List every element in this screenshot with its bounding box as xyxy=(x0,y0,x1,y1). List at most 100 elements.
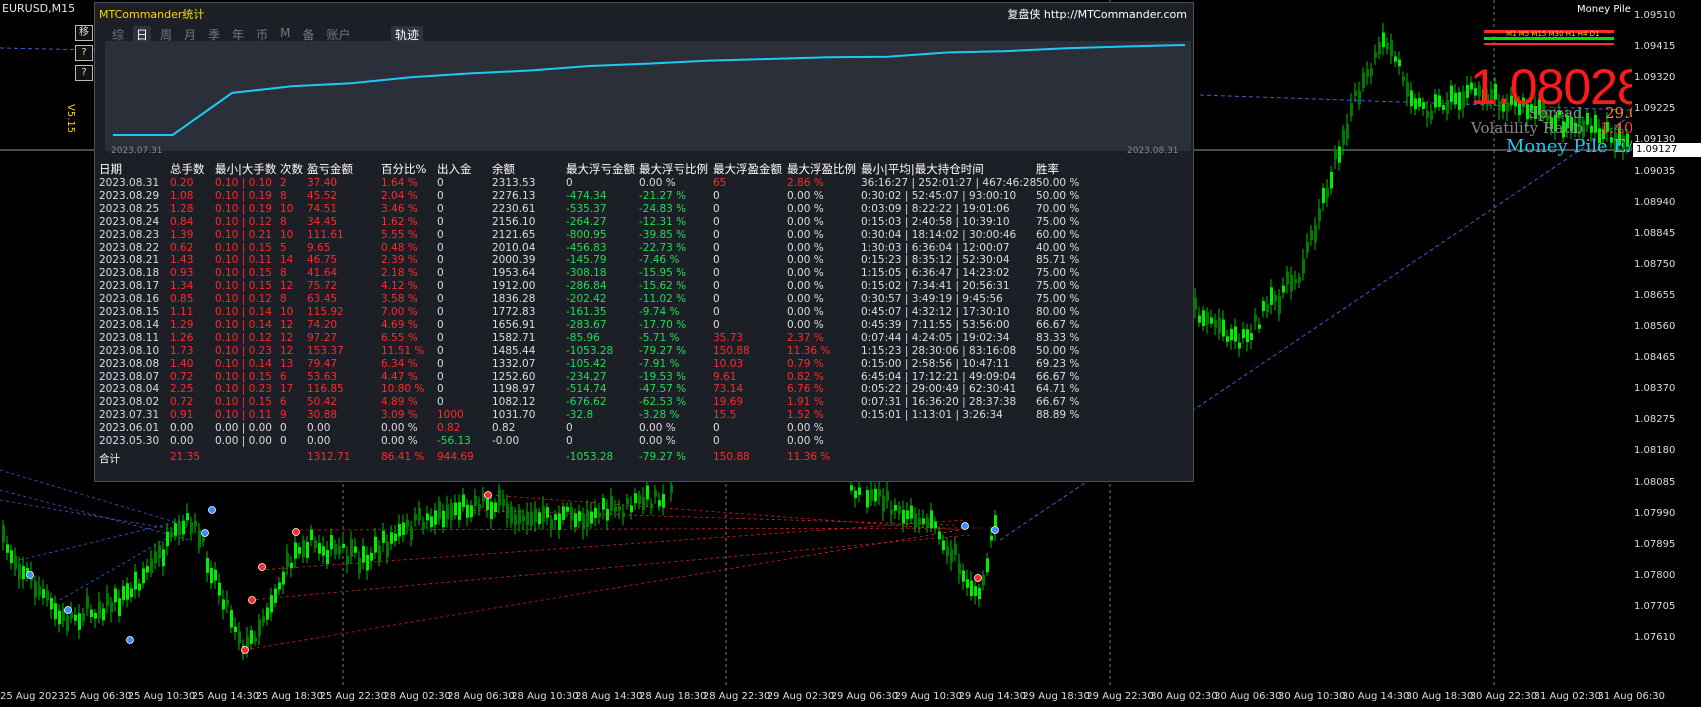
table-cell: 7.00 % xyxy=(381,306,418,318)
table-cell: 1772.83 xyxy=(492,306,536,318)
price-level-label: 1.08085 xyxy=(1634,476,1676,488)
candle-body xyxy=(190,522,193,534)
table-cell: 2023.08.17 xyxy=(99,280,160,293)
table-cell: 0 xyxy=(437,254,444,267)
table-cell: -9.74 % xyxy=(639,306,680,318)
candle-body xyxy=(218,582,221,596)
candle-body xyxy=(230,610,233,628)
candle-body xyxy=(134,571,137,590)
candle-body xyxy=(1594,114,1597,133)
price-level-label: 1.08655 xyxy=(1634,289,1676,301)
candle-body xyxy=(578,511,581,521)
candle-body xyxy=(910,505,913,519)
table-cell: -15.95 % xyxy=(639,267,687,280)
candle-body xyxy=(442,510,445,528)
price-level-label: 1.08275 xyxy=(1634,414,1676,426)
candle-body xyxy=(258,619,261,636)
candle-body xyxy=(634,493,637,504)
table-cell: 17 xyxy=(280,383,294,396)
table-cell: 21.35 xyxy=(170,450,201,463)
mt4-chart-window[interactable]: EURUSD,M15 移 ? ? V5.15 Money Pile EA ☺ M… xyxy=(0,0,1701,707)
table-cell: 0.91 xyxy=(170,409,194,422)
table-cell: 2023.08.25 xyxy=(99,202,160,215)
panel-link[interactable]: 复盘侠 http://MTCommander.com xyxy=(1007,6,1187,22)
table-cell: 0.10 | 0.14 xyxy=(215,318,272,331)
table-cell: -11.02 % xyxy=(639,293,687,306)
table-cell: 2023.06.01 xyxy=(99,422,160,435)
table-cell: 0:15:03 | 2:40:58 | 10:39:10 xyxy=(861,215,1010,228)
move-button[interactable]: 移 xyxy=(75,25,93,41)
table-row: 2023.08.11 1.26 0.10 | 0.12 12 97.27 6.55 % 0 1… xyxy=(99,332,1193,346)
table-cell: 0 xyxy=(437,344,444,357)
table-cell: 0:30:04 | 18:14:02 | 30:00:46 xyxy=(861,228,1017,241)
table-cell: 0 xyxy=(437,383,444,396)
candle-body xyxy=(1426,111,1429,119)
table-cell: 0.00 % xyxy=(787,254,824,267)
time-label: 28 Aug 10:30 xyxy=(511,691,579,702)
candle-body xyxy=(502,498,505,507)
table-cell: -514.74 xyxy=(566,383,607,396)
equity-start-date: 2023.07.31 xyxy=(111,146,163,156)
table-cell: 0 xyxy=(713,293,720,306)
table-cell: 97.27 xyxy=(307,331,338,344)
candle-body xyxy=(1286,271,1289,285)
table-cell: 10 xyxy=(280,228,294,241)
table-cell: 34.45 xyxy=(307,215,338,228)
table-cell: -7.46 % xyxy=(639,254,680,267)
candle-body xyxy=(650,503,653,509)
help-button[interactable]: ? xyxy=(75,45,93,61)
table-cell: 6 xyxy=(280,370,287,383)
candle-body xyxy=(418,507,421,521)
table-cell: -308.18 xyxy=(566,267,607,280)
candle-body xyxy=(670,485,673,493)
table-cell: 75.00 % xyxy=(1036,267,1080,280)
table-cell: 6.76 % xyxy=(787,383,824,396)
table-cell: 0.00 | 0.00 xyxy=(215,422,272,435)
table-header-cell: 总手数 xyxy=(170,162,205,176)
table-cell: 0:05:22 | 29:00:49 | 62:30:41 xyxy=(861,383,1017,396)
mtcommander-stats-panel[interactable]: MTCommander统计 复盘侠 http://MTCommander.com… xyxy=(94,2,1194,482)
table-cell: 2 xyxy=(280,177,287,189)
symbol-label: EURUSD,M15 xyxy=(2,2,76,15)
candle-body xyxy=(658,500,661,507)
table-cell: 0.10 | 0.14 xyxy=(215,357,272,370)
candle-body xyxy=(886,490,889,501)
candle-body xyxy=(82,613,85,622)
table-cell: 1.39 xyxy=(170,228,194,241)
candle-body xyxy=(354,546,357,553)
table-cell: 75.72 xyxy=(307,280,338,293)
hide-button[interactable]: ? xyxy=(75,65,93,81)
table-cell: 2.18 % xyxy=(381,267,418,280)
candle-body xyxy=(386,541,389,557)
trade-marker-icon xyxy=(248,596,256,604)
candle-body xyxy=(626,498,629,504)
time-label: 30 Aug 18:30 xyxy=(1405,691,1474,702)
table-cell: 50.42 xyxy=(307,396,338,409)
table-cell: 6:45:04 | 17:12:21 | 49:09:04 xyxy=(861,370,1017,383)
table-cell: 2023.08.29 xyxy=(99,189,160,202)
table-cell: 0.85 xyxy=(170,293,194,306)
table-cell: 10.80 % xyxy=(381,383,425,396)
candle-body xyxy=(1202,310,1205,327)
table-cell: 0 xyxy=(566,422,573,435)
trade-marker-icon xyxy=(64,606,72,614)
price-level-label: 1.07800 xyxy=(1634,569,1676,581)
table-cell: -105.42 xyxy=(566,357,607,370)
table-cell: 0.00 % xyxy=(787,435,824,447)
table-cell: -12.31 % xyxy=(639,215,687,228)
candle-body xyxy=(330,535,333,550)
table-cell: -3.28 % xyxy=(639,409,680,422)
time-label: 30 Aug 22:30 xyxy=(1469,691,1538,702)
table-cell: 0 xyxy=(566,435,573,447)
table-cell: 0 xyxy=(437,331,444,344)
panel-link-url[interactable]: http://MTCommander.com xyxy=(1044,8,1187,21)
table-cell: 2313.53 xyxy=(492,177,536,189)
equity-end-date: 2023.08.31 xyxy=(1127,146,1179,156)
candle-body xyxy=(490,501,493,520)
candle-body xyxy=(334,543,337,555)
candle-body xyxy=(1454,92,1457,105)
table-cell: 0 xyxy=(713,422,720,435)
table-row: 2023.08.18 0.93 0.10 | 0.15 8 41.64 2.18 % 0 19… xyxy=(99,267,1193,281)
candle-body xyxy=(138,583,141,591)
candle-body xyxy=(98,601,101,619)
